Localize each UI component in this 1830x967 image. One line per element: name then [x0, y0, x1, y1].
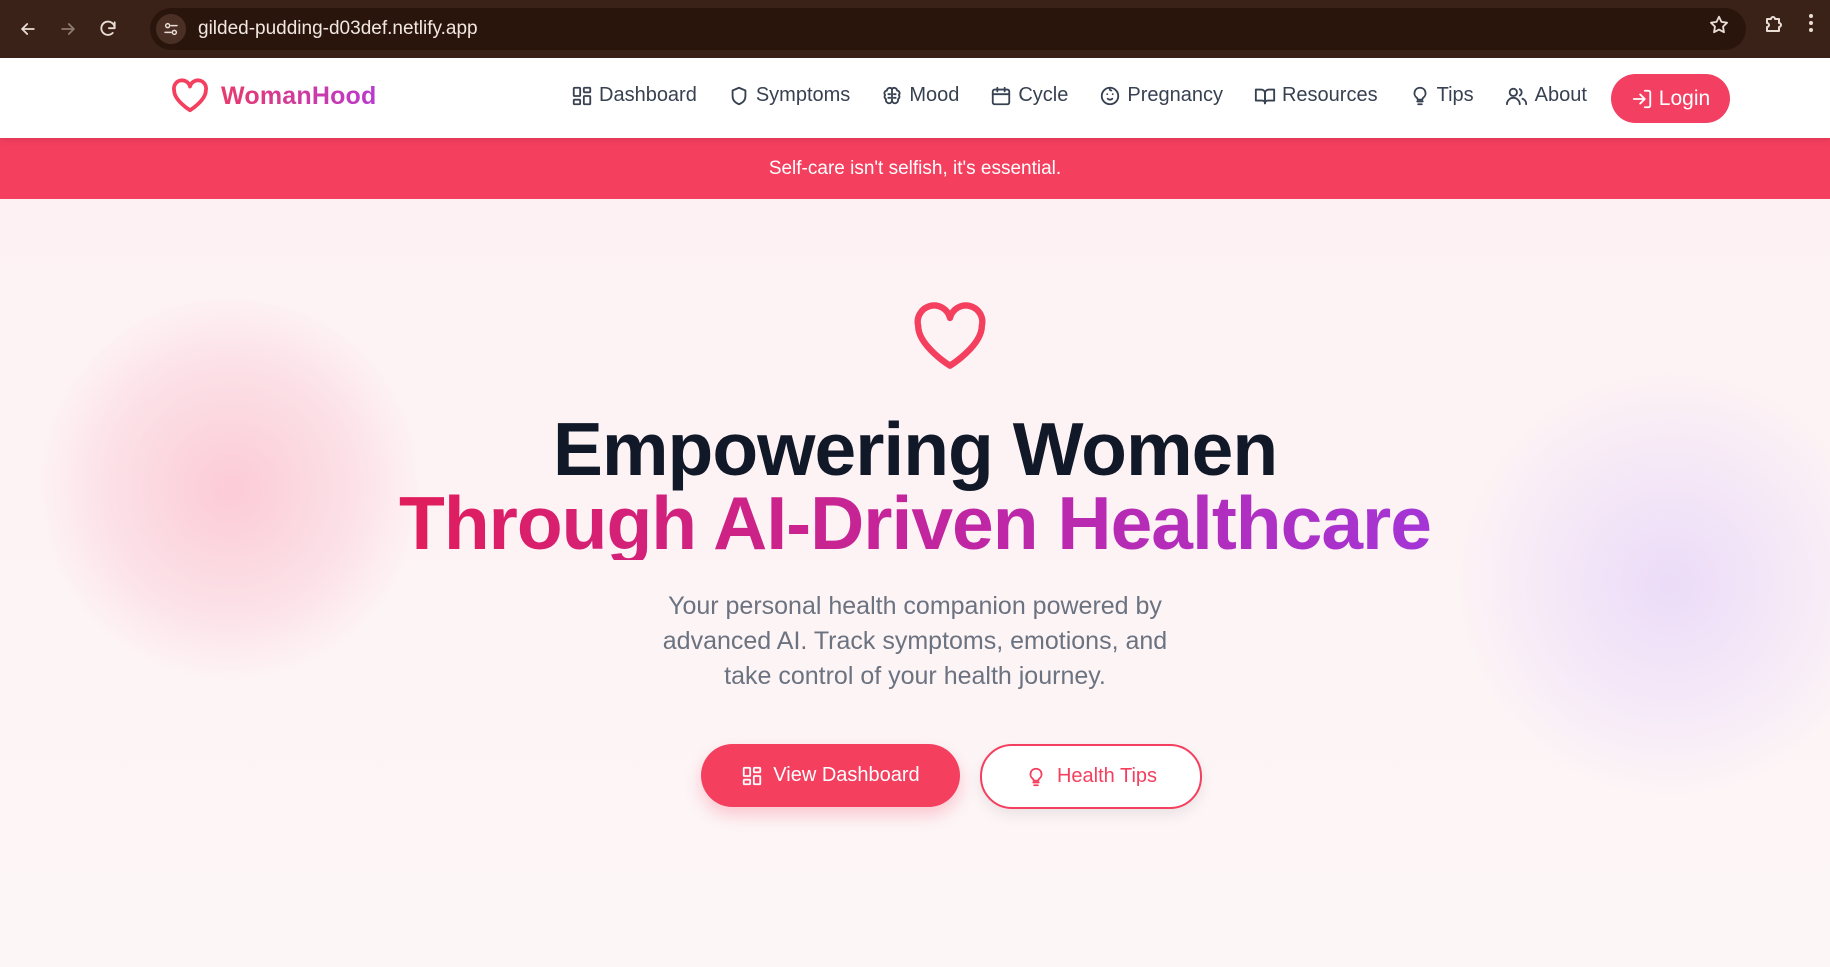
reload-icon[interactable]: [90, 11, 126, 47]
browser-toolbar: gilded-pudding-d03def.netlify.app: [0, 0, 1830, 58]
users-icon: [1505, 85, 1535, 107]
heart-icon: [911, 302, 989, 372]
site-header: WomanHood Dashboard Symptoms Mood Cycle: [0, 58, 1830, 138]
login-button[interactable]: Login: [1611, 74, 1730, 123]
nav-label: Resources: [1281, 84, 1378, 106]
nav-about[interactable]: About: [1505, 84, 1587, 107]
book-icon: [1254, 85, 1282, 107]
shield-icon: [728, 85, 756, 107]
nav-tips[interactable]: Tips: [1409, 84, 1474, 107]
hero-section: Empowering Women Through AI-Driven Healt…: [0, 199, 1830, 967]
lightbulb-icon: [1025, 766, 1057, 788]
health-tips-label: Health Tips: [1056, 765, 1158, 787]
calendar-icon: [990, 85, 1018, 107]
nav-label: Pregnancy: [1127, 84, 1223, 106]
nav-cycle[interactable]: Cycle: [990, 84, 1068, 107]
main-nav: Dashboard Symptoms Mood Cycle Pregnancy: [571, 84, 1618, 107]
bookmark-star-icon[interactable]: [1708, 14, 1730, 36]
forward-arrow-icon[interactable]: [50, 11, 86, 47]
heart-logo-icon: [171, 78, 209, 114]
nav-pregnancy[interactable]: Pregnancy: [1099, 84, 1223, 107]
health-tips-button[interactable]: Health Tips: [980, 744, 1202, 809]
nav-resources[interactable]: Resources: [1254, 84, 1378, 107]
logo-link[interactable]: WomanHood: [171, 78, 377, 114]
nav-symptoms[interactable]: Symptoms: [728, 84, 850, 107]
brain-icon: [881, 85, 909, 107]
grid-icon: [741, 765, 773, 787]
site-settings-icon[interactable]: [156, 14, 186, 44]
nav-label: Cycle: [1018, 84, 1069, 106]
view-dashboard-label: View Dashboard: [773, 764, 920, 786]
nav-dashboard[interactable]: Dashboard: [571, 84, 697, 107]
baby-icon: [1099, 85, 1127, 107]
address-bar[interactable]: gilded-pudding-d03def.netlify.app: [150, 8, 1746, 50]
nav-label: Mood: [909, 84, 960, 106]
login-icon: [1631, 88, 1659, 110]
headline-line-1: Empowering Women: [552, 407, 1278, 491]
nav-mood[interactable]: Mood: [881, 84, 959, 107]
login-label: Login: [1658, 86, 1711, 110]
browser-menu-icon[interactable]: [1806, 11, 1816, 35]
logo-text: WomanHood: [221, 81, 377, 110]
hero-subtitle: Your personal health companion powered b…: [662, 592, 1168, 690]
back-arrow-icon[interactable]: [10, 11, 46, 47]
nav-label: Dashboard: [599, 84, 697, 106]
banner-text: Self-care isn't selfish, it's essential.: [768, 157, 1062, 179]
nav-label: Symptoms: [755, 84, 851, 106]
browser-nav-buttons: [10, 11, 142, 47]
headline-line-2: Through AI-Driven Healthcare: [399, 481, 1432, 565]
announcement-banner: Self-care isn't selfish, it's essential.: [0, 138, 1830, 199]
nav-label: Tips: [1436, 84, 1474, 106]
view-dashboard-button[interactable]: View Dashboard: [701, 744, 960, 807]
url-text[interactable]: gilded-pudding-d03def.netlify.app: [198, 18, 478, 40]
lightbulb-icon: [1409, 85, 1437, 107]
grid-icon: [571, 85, 599, 107]
extensions-icon[interactable]: [1763, 11, 1787, 35]
nav-label: About: [1534, 84, 1587, 106]
hero-headline: Empowering Women Through AI-Driven Healt…: [0, 407, 1830, 565]
